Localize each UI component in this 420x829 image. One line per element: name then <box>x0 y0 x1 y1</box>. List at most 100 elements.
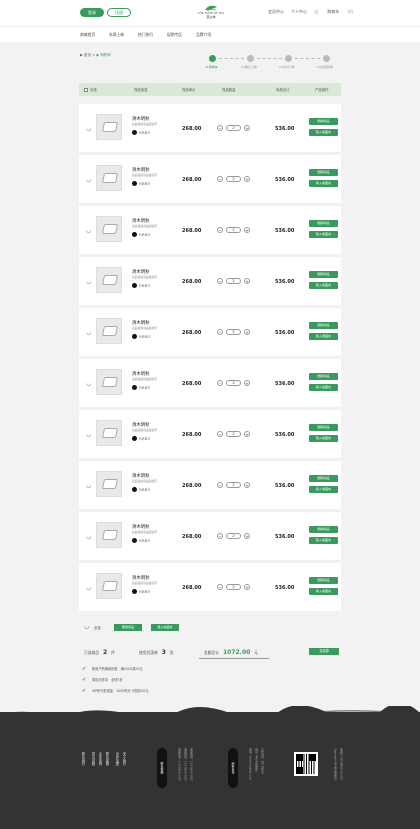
qty-input[interactable]: 2 <box>226 380 241 386</box>
row-select-radio-icon[interactable]: ◡ <box>86 228 92 234</box>
qty-input[interactable]: 2 <box>226 125 241 131</box>
delete-item-button[interactable]: 删除商品 <box>309 169 338 176</box>
product-thumbnail[interactable] <box>96 369 122 395</box>
note-dot-icon <box>132 232 137 237</box>
row-select-radio-icon[interactable]: ◡ <box>86 432 92 438</box>
move-to-favorites-button[interactable]: 移入收藏夹 <box>309 333 338 340</box>
delete-item-button[interactable]: 删除商品 <box>309 424 338 431</box>
site-logo[interactable]: THE TASTE OF TEA 茶之味 <box>196 5 226 23</box>
footer-link-faq[interactable]: 常见问题 <box>90 752 96 766</box>
member-center-link[interactable]: 会员中心 <box>268 9 284 14</box>
delete-item-button[interactable]: 删除商品 <box>309 577 338 584</box>
move-to-favorites-button[interactable]: 移入收藏夹 <box>151 624 179 631</box>
qty-decrease-button[interactable]: − <box>217 380 223 386</box>
move-to-favorites-button[interactable]: 移入收藏夹 <box>309 282 338 289</box>
unit-price: 268.00 <box>182 177 202 183</box>
qty-input[interactable]: 2 <box>226 431 241 437</box>
select-all-header[interactable]: 全选 <box>84 87 97 92</box>
move-to-favorites-button[interactable]: 移入收藏夹 <box>309 537 338 544</box>
product-thumbnail[interactable] <box>96 420 122 446</box>
qty-input[interactable]: 2 <box>226 533 241 539</box>
step-2-label: 02确认订单 <box>241 65 257 69</box>
qty-increase-button[interactable]: + <box>244 329 250 335</box>
row-select-radio-icon[interactable]: ◡ <box>86 483 92 489</box>
footer-link-contact[interactable]: 联系我们 <box>80 752 86 766</box>
qty-decrease-button[interactable]: − <box>217 227 223 233</box>
row-select-radio-icon[interactable]: ◡ <box>86 279 92 285</box>
promo-check-icon: ✔ <box>82 676 87 683</box>
delete-item-button[interactable]: 删除商品 <box>309 475 338 482</box>
move-to-favorites-button[interactable]: 移入收藏夹 <box>309 129 338 136</box>
delete-selected-button[interactable]: 删除商品 <box>114 624 142 631</box>
cart-table-header: 全选 商品信息 商品单价 商品数量 商品合计 产品操作 <box>79 83 341 96</box>
qty-decrease-button[interactable]: − <box>217 278 223 284</box>
footer-link-about[interactable]: 关于我们 <box>121 752 127 766</box>
qty-input[interactable]: 2 <box>226 482 241 488</box>
qty-increase-button[interactable]: + <box>244 584 250 590</box>
footer-link-join[interactable]: 合作加盟 <box>114 752 120 766</box>
qty-input[interactable]: 2 <box>226 329 241 335</box>
move-to-favorites-button[interactable]: 移入收藏夹 <box>309 384 338 391</box>
qty-increase-button[interactable]: + <box>244 482 250 488</box>
footer-link-enterprise[interactable]: 企业采购 <box>97 752 103 766</box>
product-thumbnail[interactable] <box>96 573 122 599</box>
product-thumbnail[interactable] <box>96 114 122 140</box>
qty-decrease-button[interactable]: − <box>217 125 223 131</box>
move-to-favorites-button[interactable]: 移入收藏夹 <box>309 486 338 493</box>
nav-item-ranking[interactable]: 热门排行 <box>138 32 153 38</box>
product-thumbnail[interactable] <box>96 165 122 191</box>
qty-decrease-button[interactable]: − <box>217 533 223 539</box>
qty-increase-button[interactable]: + <box>244 533 250 539</box>
product-thumbnail[interactable] <box>96 267 122 293</box>
move-to-favorites-button[interactable]: 移入收藏夹 <box>309 435 338 442</box>
qty-decrease-button[interactable]: − <box>217 584 223 590</box>
qty-decrease-button[interactable]: − <box>217 329 223 335</box>
cart-link[interactable]: 🛒 购物车 (0) <box>314 9 360 14</box>
row-select-radio-icon[interactable]: ◡ <box>86 330 92 336</box>
delete-item-button[interactable]: 删除商品 <box>309 118 338 125</box>
move-to-favorites-button[interactable]: 移入收藏夹 <box>309 180 338 187</box>
row-select-radio-icon[interactable]: ◡ <box>86 585 92 591</box>
row-select-radio-icon[interactable]: ◡ <box>86 126 92 132</box>
qty-decrease-button[interactable]: − <box>217 431 223 437</box>
delete-item-button[interactable]: 删除商品 <box>309 526 338 533</box>
qty-increase-button[interactable]: + <box>244 278 250 284</box>
nav-item-home[interactable]: 商城首页 <box>80 32 95 38</box>
move-to-favorites-button[interactable]: 移入收藏夹 <box>309 588 338 595</box>
row-subtotal: 536.00 <box>275 126 295 132</box>
qty-input[interactable]: 2 <box>226 584 241 590</box>
qty-increase-button[interactable]: + <box>244 176 250 182</box>
qty-input[interactable]: 2 <box>226 278 241 284</box>
delete-item-button[interactable]: 删除商品 <box>309 322 338 329</box>
product-thumbnail[interactable] <box>96 318 122 344</box>
product-thumbnail[interactable] <box>96 522 122 548</box>
login-button[interactable]: 登录 <box>80 8 104 17</box>
qty-increase-button[interactable]: + <box>244 227 250 233</box>
nav-item-brand[interactable]: 品牌介绍 <box>196 32 211 38</box>
checkout-button[interactable]: 去结算 <box>309 648 339 655</box>
nav-item-promo[interactable]: 促销专区 <box>167 32 182 38</box>
product-thumbnail[interactable] <box>96 216 122 242</box>
row-select-radio-icon[interactable]: ◡ <box>86 534 92 540</box>
footer-link-service[interactable]: 联系客服 <box>104 752 110 766</box>
personal-center-link[interactable]: 个人中心 <box>291 9 307 14</box>
qty-increase-button[interactable]: + <box>244 125 250 131</box>
qty-decrease-button[interactable]: − <box>217 482 223 488</box>
register-button[interactable]: 注册 <box>107 8 131 17</box>
delete-item-button[interactable]: 删除商品 <box>309 373 338 380</box>
qty-input[interactable]: 2 <box>226 227 241 233</box>
qty-input[interactable]: 2 <box>226 176 241 182</box>
nav-item-new[interactable]: 本周上新 <box>109 32 124 38</box>
qty-increase-button[interactable]: + <box>244 380 250 386</box>
delete-item-button[interactable]: 删除商品 <box>309 220 338 227</box>
breadcrumb-home[interactable]: 首页 <box>84 53 91 57</box>
qty-decrease-button[interactable]: − <box>217 176 223 182</box>
select-all-radio-icon[interactable]: ◡ <box>84 624 89 630</box>
product-thumbnail[interactable] <box>96 471 122 497</box>
select-all-checkbox[interactable] <box>84 88 88 92</box>
row-select-radio-icon[interactable]: ◡ <box>86 381 92 387</box>
delete-item-button[interactable]: 删除商品 <box>309 271 338 278</box>
move-to-favorites-button[interactable]: 移入收藏夹 <box>309 231 338 238</box>
row-select-radio-icon[interactable]: ◡ <box>86 177 92 183</box>
qty-increase-button[interactable]: + <box>244 431 250 437</box>
